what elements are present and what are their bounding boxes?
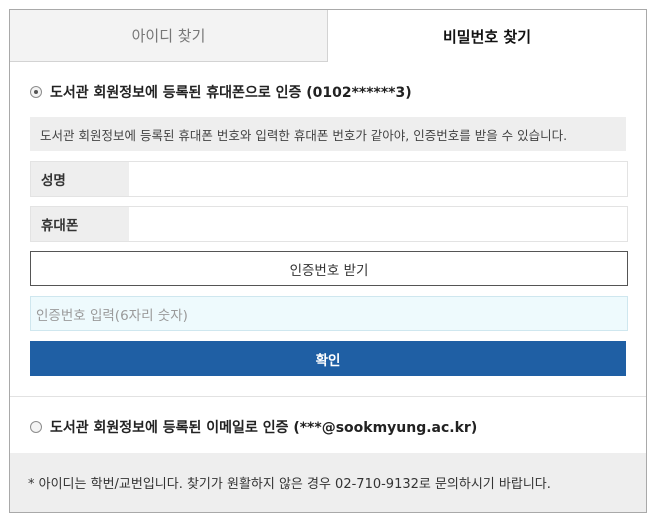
email-auth-label: 도서관 회원정보에 등록된 이메일로 인증 (***@sookmyung.ac.… <box>50 420 478 436</box>
phone-auth-option[interactable]: 도서관 회원정보에 등록된 휴대폰으로 인증 (0102******3) <box>30 82 412 102</box>
get-code-button[interactable]: 인증번호 받기 <box>30 251 628 286</box>
tab-find-id[interactable]: 아이디 찾기 <box>10 10 328 62</box>
email-auth-option[interactable]: 도서관 회원정보에 등록된 이메일로 인증 (***@sookmyung.ac.… <box>30 417 477 437</box>
phone-auth-notice: 도서관 회원정보에 등록된 휴대폰 번호와 입력한 휴대폰 번호가 같아야, 인… <box>30 117 626 151</box>
footer-note: * 아이디는 학번/교번입니다. 찾기가 원활하지 않은 경우 02-710-9… <box>10 453 646 512</box>
name-label: 성명 <box>31 162 129 196</box>
verification-code-input[interactable]: 인증번호 입력(6자리 숫자) <box>30 296 628 331</box>
phone-field: 휴대폰 <box>30 206 628 242</box>
phone-auth-label: 도서관 회원정보에 등록된 휴대폰으로 인증 (0102******3) <box>50 85 412 101</box>
tab-bar: 아이디 찾기 비밀번호 찾기 <box>10 10 646 62</box>
name-input[interactable] <box>129 162 627 196</box>
name-field: 성명 <box>30 161 628 197</box>
phone-input[interactable] <box>129 207 627 241</box>
phone-label: 휴대폰 <box>31 207 129 241</box>
section-divider <box>10 396 646 397</box>
confirm-button[interactable]: 확인 <box>30 341 626 376</box>
phone-auth-radio[interactable] <box>30 86 42 98</box>
email-auth-radio[interactable] <box>30 421 42 433</box>
tab-find-password[interactable]: 비밀번호 찾기 <box>328 10 646 62</box>
find-account-panel: 아이디 찾기 비밀번호 찾기 도서관 회원정보에 등록된 휴대폰으로 인증 (0… <box>9 9 647 513</box>
